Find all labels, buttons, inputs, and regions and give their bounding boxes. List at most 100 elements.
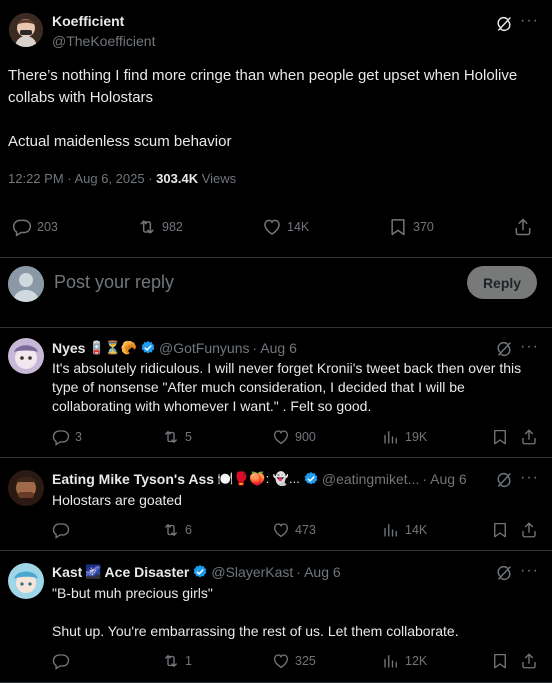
grok-icon[interactable] xyxy=(495,471,513,489)
repost-count: 1 xyxy=(185,654,192,668)
views-count: 14K xyxy=(405,523,428,537)
views-icon xyxy=(382,652,400,670)
tweet-meta: 12:22 PM · Aug 6, 2025 · 303.4K Views xyxy=(8,171,236,186)
like-count: 473 xyxy=(295,523,316,537)
like-icon xyxy=(272,521,290,539)
like-button[interactable]: 325 xyxy=(272,652,316,670)
reply-button[interactable]: 203 xyxy=(12,217,58,237)
reply-icon xyxy=(52,521,70,539)
reply-author-handle[interactable]: @SlayerKast xyxy=(211,564,293,580)
tweet-text: There’s nothing I find more cringe than … xyxy=(8,67,518,150)
views-icon xyxy=(382,521,400,539)
like-icon xyxy=(272,428,290,446)
like-icon xyxy=(272,652,290,670)
reply-header: Eating Mike Tyson's Ass 🍽️🥊🍑: 👻... @eati… xyxy=(52,471,467,487)
reply-author-name[interactable]: Eating Mike Tyson's Ass xyxy=(52,471,214,487)
bookmark-button[interactable] xyxy=(491,521,509,539)
verified-icon xyxy=(303,471,319,487)
share-icon xyxy=(520,521,538,539)
timestamp[interactable]: 12:22 PM · Aug 6, 2025 · xyxy=(8,171,156,186)
tweet-actions: 203 982 14K 370 xyxy=(0,217,552,239)
repost-button[interactable]: 982 xyxy=(137,217,183,237)
share-button[interactable] xyxy=(520,521,538,539)
like-count: 900 xyxy=(295,430,316,444)
share-icon xyxy=(520,428,538,446)
views-count: 12K xyxy=(405,654,428,668)
like-count: 14K xyxy=(287,220,310,234)
share-button[interactable] xyxy=(520,652,538,670)
reply-icon xyxy=(52,428,70,446)
reply-icon xyxy=(52,652,70,670)
author-avatar[interactable] xyxy=(9,13,43,47)
grok-icon[interactable] xyxy=(495,15,513,33)
like-icon xyxy=(262,217,282,237)
reply-avatar[interactable] xyxy=(8,338,44,374)
repost-count: 5 xyxy=(185,430,192,444)
reply-input[interactable]: Post your reply xyxy=(54,272,174,293)
bookmark-icon xyxy=(491,428,509,446)
bookmark-icon xyxy=(491,652,509,670)
reply-composer: Post your reply Reply xyxy=(0,258,552,328)
reply-date[interactable]: · Aug 6 xyxy=(296,564,340,580)
verified-icon xyxy=(140,340,156,356)
name-emojis: 🪫⏳🥐 xyxy=(88,340,138,355)
like-button[interactable]: 14K xyxy=(262,217,309,237)
verified-icon xyxy=(192,564,208,580)
share-button[interactable] xyxy=(520,428,538,446)
bookmark-button[interactable] xyxy=(491,652,509,670)
like-count: 325 xyxy=(295,654,316,668)
like-button[interactable]: 900 xyxy=(272,428,316,446)
views-label: Views xyxy=(198,171,237,186)
views-button[interactable]: 19K xyxy=(382,428,427,446)
reply-button[interactable] xyxy=(52,652,75,670)
reply-avatar[interactable] xyxy=(8,470,44,506)
share-icon xyxy=(513,217,533,237)
bookmark-button[interactable]: 370 xyxy=(388,217,434,237)
main-tweet: Koefficient @TheKoefficient ··· There’s … xyxy=(0,0,552,258)
repost-icon xyxy=(162,428,180,446)
repost-count: 6 xyxy=(185,523,192,537)
reply-author-name[interactable]: Kast xyxy=(52,564,82,580)
reply-header: Kast 🌌 Ace Disaster @SlayerKast · Aug 6 xyxy=(52,564,341,580)
user-avatar[interactable] xyxy=(8,266,44,302)
more-icon[interactable]: ··· xyxy=(520,12,539,30)
reply-author-handle[interactable]: @GotFunyuns xyxy=(159,340,249,356)
views-button[interactable]: 14K xyxy=(382,521,427,539)
author-handle[interactable]: @TheKoefficient xyxy=(52,33,155,49)
repost-button[interactable]: 5 xyxy=(162,428,192,446)
author-name[interactable]: Koefficient xyxy=(52,13,124,29)
reply-button[interactable]: 3 xyxy=(52,428,82,446)
reply-header: Nyes 🪫⏳🥐 @GotFunyuns · Aug 6 xyxy=(52,340,297,356)
reply-item[interactable]: Kast 🌌 Ace Disaster @SlayerKast · Aug 6 … xyxy=(0,551,552,683)
bookmark-icon xyxy=(388,217,408,237)
more-icon[interactable]: ··· xyxy=(520,469,539,487)
reply-author-name[interactable]: Nyes xyxy=(52,340,85,356)
reply-date[interactable]: · Aug 6 xyxy=(253,340,297,356)
repost-icon xyxy=(162,652,180,670)
grok-icon[interactable] xyxy=(495,340,513,358)
more-icon[interactable]: ··· xyxy=(520,338,539,356)
reply-date[interactable]: · Aug 6 xyxy=(422,471,466,487)
reply-author-handle[interactable]: @eatingmiket... xyxy=(322,471,419,487)
repost-count: 982 xyxy=(162,220,183,234)
views-count: 19K xyxy=(405,430,428,444)
repost-icon xyxy=(137,217,157,237)
share-icon xyxy=(520,652,538,670)
reply-icon xyxy=(12,217,32,237)
reply-author-name-suffix[interactable]: Ace Disaster xyxy=(105,564,190,580)
reply-count: 3 xyxy=(75,430,82,444)
reply-button[interactable] xyxy=(52,521,75,539)
reply-item[interactable]: Eating Mike Tyson's Ass 🍽️🥊🍑: 👻... @eati… xyxy=(0,458,552,551)
views-button[interactable]: 12K xyxy=(382,652,427,670)
more-icon[interactable]: ··· xyxy=(520,562,539,580)
repost-button[interactable]: 1 xyxy=(162,652,192,670)
bookmark-button[interactable] xyxy=(491,428,509,446)
share-button[interactable] xyxy=(513,217,533,237)
like-button[interactable]: 473 xyxy=(272,521,316,539)
reply-avatar[interactable] xyxy=(8,563,44,599)
grok-icon[interactable] xyxy=(495,564,513,582)
reply-item[interactable]: Nyes 🪫⏳🥐 @GotFunyuns · Aug 6 ··· It's ab… xyxy=(0,328,552,458)
repost-icon xyxy=(162,521,180,539)
reply-submit-button[interactable]: Reply xyxy=(467,266,537,299)
repost-button[interactable]: 6 xyxy=(162,521,192,539)
